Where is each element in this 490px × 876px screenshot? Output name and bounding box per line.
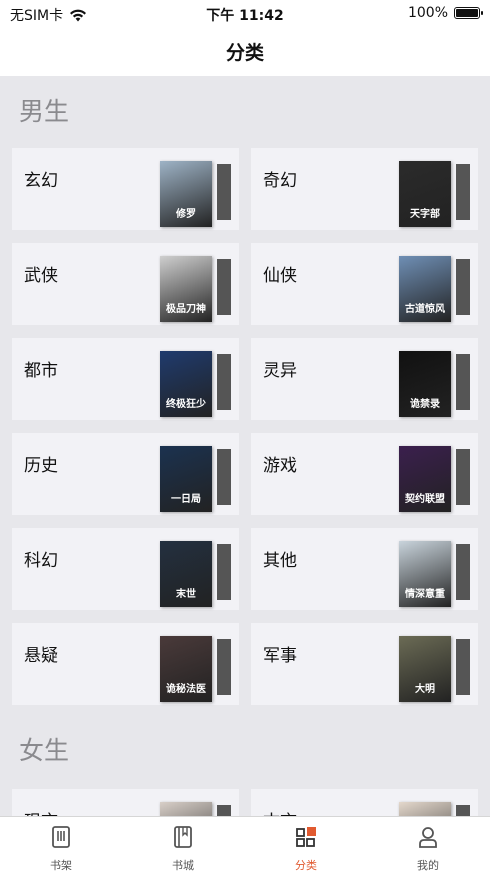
book-cover-secondary (456, 259, 470, 315)
tab-profile[interactable]: 我的 (398, 825, 458, 873)
tab-label: 我的 (417, 859, 439, 872)
book-cover-secondary (217, 805, 231, 816)
book-cover-title: 极品刀神 (166, 304, 206, 315)
book-cover (399, 802, 451, 816)
book-cover-secondary (456, 544, 470, 600)
tab-category[interactable]: 分类 (276, 825, 336, 873)
book-cover: 终极狂少 (160, 351, 212, 417)
category-label: 其他 (263, 551, 297, 571)
section-title: 女生 (19, 736, 70, 765)
book-cover: 修罗 (160, 161, 212, 227)
category-scroll-area[interactable]: 男生 玄幻 修罗 奇幻 天字部 武侠 极品刀神 仙侠 古道惊风 都市 终极狂少 灵异 诡禁录 历史 一日局游… (0, 76, 490, 816)
battery-group: 100% (407, 5, 483, 21)
category-card[interactable]: 仙侠古道惊风 (251, 243, 478, 325)
book-cover-secondary (456, 164, 470, 220)
book-cover-secondary (217, 449, 231, 505)
book-cover: 末世 (160, 541, 212, 607)
book-cover-title: 情深意重 (405, 589, 445, 600)
category-card[interactable]: 游戏契约联盟 (251, 433, 478, 515)
book-cover-title: 契约联盟 (405, 494, 445, 505)
category-card[interactable]: 古言 (251, 789, 478, 816)
section-title: 男生 (19, 97, 70, 126)
category-label: 仙侠 (263, 266, 297, 286)
category-label: 现言 (24, 807, 58, 816)
book-cover-secondary (456, 639, 470, 695)
category-card[interactable]: 玄幻修罗 (12, 148, 239, 230)
book-cover (160, 802, 212, 816)
category-card[interactable]: 悬疑诡秘法医 (12, 623, 239, 705)
book-cover: 天字部 (399, 161, 451, 227)
bookstore-icon (174, 826, 192, 848)
page-title: 分类 (225, 42, 264, 64)
book-cover-secondary (217, 544, 231, 600)
book-cover: 情深意重 (399, 541, 451, 607)
category-card[interactable]: 科幻末世 (12, 528, 239, 610)
category-card[interactable]: 灵异诡禁录 (251, 338, 478, 420)
battery-percent: 100% (407, 5, 448, 21)
tab-bar: 书架 书城 分类 我的 (0, 816, 490, 876)
book-cover-title: 天字部 (410, 209, 440, 220)
category-card[interactable]: 都市终极狂少 (12, 338, 239, 420)
book-cover-secondary (456, 805, 470, 816)
category-label: 游戏 (263, 456, 297, 476)
category-label: 武侠 (24, 266, 58, 286)
book-cover: 诡秘法医 (160, 636, 212, 702)
book-cover-title: 末世 (176, 589, 196, 600)
book-cover-secondary (456, 449, 470, 505)
category-label: 都市 (24, 361, 58, 381)
category-card[interactable]: 历史一日局 (12, 433, 239, 515)
profile-icon (419, 827, 437, 848)
category-label: 古言 (263, 807, 297, 816)
book-cover-secondary (217, 164, 231, 220)
book-cover: 极品刀神 (160, 256, 212, 322)
tab-bookstore[interactable]: 书城 (153, 825, 213, 873)
category-label: 奇幻 (263, 171, 297, 191)
category-label: 悬疑 (24, 646, 58, 666)
bookshelf-icon (52, 826, 70, 848)
book-cover: 一日局 (160, 446, 212, 512)
category-card[interactable]: 奇幻天字部 (251, 148, 478, 230)
book-cover-title: 古道惊风 (405, 304, 445, 315)
category-label: 历史 (24, 456, 58, 476)
book-cover-title: 诡禁录 (410, 399, 440, 410)
book-cover-title: 一日局 (171, 494, 201, 505)
category-label: 玄幻 (24, 171, 58, 191)
book-cover: 契约联盟 (399, 446, 451, 512)
category-icon (296, 827, 316, 847)
navigation-bar: 分类 (0, 28, 490, 76)
book-cover-secondary (217, 259, 231, 315)
category-label: 灵异 (263, 361, 297, 381)
book-cover: 诡禁录 (399, 351, 451, 417)
status-bar: 无SIM卡 下午 11:42 100% (0, 0, 490, 28)
category-card[interactable]: 武侠极品刀神 (12, 243, 239, 325)
tab-label: 书架 (50, 859, 72, 872)
book-cover-title: 大明 (415, 684, 435, 695)
battery-icon (454, 7, 483, 19)
book-cover-title: 修罗 (176, 209, 196, 220)
tab-label: 书城 (172, 859, 194, 872)
book-cover-secondary (217, 354, 231, 410)
category-label: 军事 (263, 646, 297, 666)
category-label: 科幻 (24, 551, 58, 571)
book-cover-secondary (456, 354, 470, 410)
book-cover: 大明 (399, 636, 451, 702)
tab-bookshelf[interactable]: 书架 (31, 825, 91, 873)
book-cover-title: 诡秘法医 (166, 684, 206, 695)
category-card[interactable]: 军事大明 (251, 623, 478, 705)
book-cover-secondary (217, 639, 231, 695)
category-card[interactable]: 现言 (12, 789, 239, 816)
book-cover-title: 终极狂少 (166, 399, 206, 410)
book-cover: 古道惊风 (399, 256, 451, 322)
tab-label: 分类 (295, 859, 317, 872)
category-card[interactable]: 其他情深意重 (251, 528, 478, 610)
